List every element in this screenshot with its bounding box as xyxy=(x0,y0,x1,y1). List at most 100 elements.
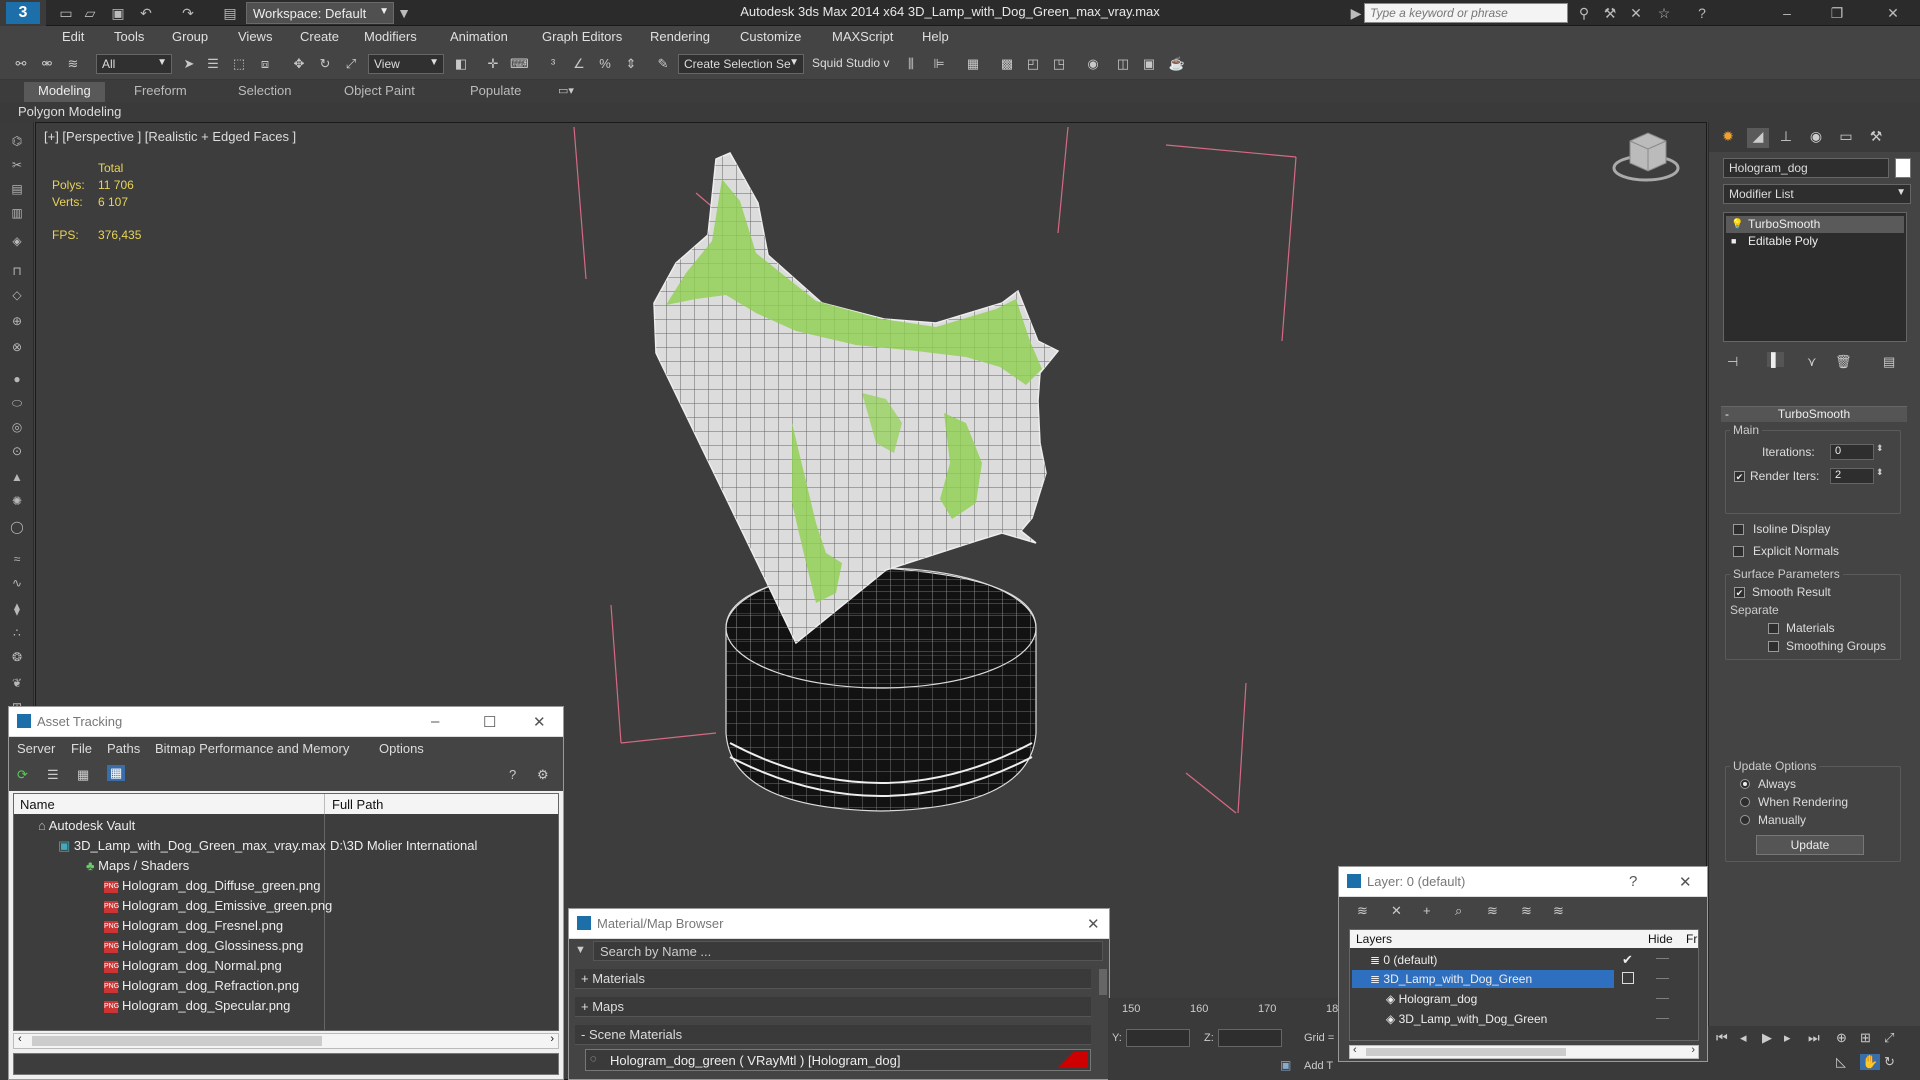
app-menu-button[interactable]: 3 xyxy=(0,0,46,26)
section-scene-materials[interactable]: - Scene Materials xyxy=(575,1025,1091,1045)
render-setup-icon[interactable]: ◫ xyxy=(1114,55,1132,73)
column-freeze[interactable]: Fr xyxy=(1686,932,1697,946)
zoom-icon[interactable]: ⊕ xyxy=(1836,1030,1847,1046)
curve-editor-icon[interactable]: ◰ xyxy=(1024,55,1042,73)
binoculars-icon[interactable]: ⚲ xyxy=(1576,5,1592,21)
column-layers[interactable]: Layers xyxy=(1356,932,1392,946)
menu-bitmap-performance[interactable]: Bitmap Performance and Memory xyxy=(155,741,349,756)
render-teapot-icon[interactable]: ☕ xyxy=(1168,55,1186,73)
close-button[interactable]: ✕ xyxy=(1679,873,1692,891)
hide-toggle[interactable]: — xyxy=(1656,1010,1669,1025)
menu-options[interactable]: Options xyxy=(379,741,424,756)
spinner-snap-icon[interactable]: ⇕ xyxy=(622,55,640,73)
viewcube[interactable] xyxy=(1612,132,1680,182)
material-search-input[interactable]: Search by Name ... xyxy=(593,941,1103,961)
prev-frame-icon[interactable]: ◂ xyxy=(1740,1030,1747,1046)
squid-studio-label[interactable]: Squid Studio v xyxy=(812,56,889,70)
open-file-icon[interactable]: ▱ xyxy=(82,5,98,21)
configure-sets-icon[interactable]: ▤ xyxy=(1883,354,1895,370)
horizontal-scrollbar[interactable]: ‹ › xyxy=(13,1033,559,1049)
schematic-view-icon[interactable]: ◳ xyxy=(1050,55,1068,73)
asset-path-field[interactable] xyxy=(13,1053,559,1075)
close-button[interactable]: ✕ xyxy=(533,713,546,731)
zoom-extents-icon[interactable]: ⤢ xyxy=(1884,1030,1894,1046)
thumbnail-view-icon[interactable]: ▦ xyxy=(77,767,89,783)
systems-icon[interactable]: ❂ xyxy=(7,648,27,666)
layer-row-lamp[interactable]: ≣ 3D_Lamp_with_Dog_Green xyxy=(1370,969,1532,989)
polygon-modeling-label[interactable]: Polygon Modeling xyxy=(18,104,121,119)
tab-populate[interactable]: Populate xyxy=(456,82,535,102)
select-by-name-icon[interactable]: ☰ xyxy=(204,55,222,73)
zoom-all-icon[interactable]: ⊞ xyxy=(1860,1030,1871,1046)
render-iters-spinner[interactable]: 2 xyxy=(1830,468,1874,484)
menu-tools[interactable]: Tools xyxy=(114,29,144,44)
scroll-right-icon[interactable]: › xyxy=(1691,1044,1695,1056)
pan-hand-icon[interactable]: ✋ xyxy=(1860,1054,1881,1070)
select-manipulate-icon[interactable]: ✛ xyxy=(484,55,502,73)
pivot-center-icon[interactable]: ◧ xyxy=(452,55,470,73)
rendered-frame-icon[interactable]: ▣ xyxy=(1140,55,1158,73)
stack-item-editable-poly[interactable]: ■ Editable Poly xyxy=(1726,233,1904,250)
layer-window-titlebar[interactable]: Layer: 0 (default) ? ✕ xyxy=(1339,867,1707,897)
hide-toggle[interactable]: — xyxy=(1656,990,1669,1005)
communication-icon[interactable]: ✕ xyxy=(1628,5,1644,21)
y-coordinate-field[interactable] xyxy=(1126,1029,1190,1047)
hide-toggle[interactable]: — xyxy=(1656,950,1669,965)
highlight-layer-icon[interactable]: ≋ xyxy=(1487,903,1498,919)
list-view-icon[interactable]: ☰ xyxy=(47,767,59,783)
update-always-radio[interactable] xyxy=(1740,779,1750,789)
tab-modeling[interactable]: Modeling xyxy=(24,82,105,102)
weld-icon[interactable]: ⊕ xyxy=(7,312,27,330)
list-item[interactable]: PNG Hologram_dog_Diffuse_green.png xyxy=(104,876,321,896)
menu-customize[interactable]: Customize xyxy=(740,29,801,44)
list-item[interactable]: ♣ Maps / Shaders xyxy=(86,856,189,876)
layer-row-default[interactable]: ≣ 0 (default) xyxy=(1370,950,1437,970)
menu-maxscript[interactable]: MAXScript xyxy=(832,29,893,44)
hide-toggle[interactable]: — xyxy=(1656,970,1669,985)
render-iters-checkbox[interactable]: ✔ xyxy=(1734,471,1745,482)
close-button[interactable]: ✕ xyxy=(1087,915,1100,933)
current-layer-box[interactable] xyxy=(1622,972,1634,984)
scroll-right-icon[interactable]: › xyxy=(550,1033,554,1045)
update-button[interactable]: Update xyxy=(1756,835,1864,855)
torus-icon[interactable]: ◎ xyxy=(7,418,27,436)
list-item[interactable]: PNG Hologram_dog_Fresnel.png xyxy=(104,916,283,936)
modify-tab-icon[interactable]: ◢ xyxy=(1747,128,1769,148)
create-tab-icon[interactable]: ✹ xyxy=(1717,128,1739,148)
table-view-icon[interactable]: ▦ xyxy=(107,765,126,781)
help-icon[interactable]: ? xyxy=(1694,5,1710,21)
explicit-normals-checkbox[interactable] xyxy=(1733,546,1744,557)
selection-filter-dropdown[interactable]: All ▼ xyxy=(96,54,172,74)
scroll-left-icon[interactable]: ‹ xyxy=(18,1033,22,1045)
spacewarp-icon[interactable]: ≈ xyxy=(7,550,27,568)
help-icon[interactable]: ? xyxy=(1629,873,1637,890)
window-crossing-icon[interactable]: ⧈ xyxy=(256,55,274,73)
update-manually-radio[interactable] xyxy=(1740,815,1750,825)
separate-materials-checkbox[interactable] xyxy=(1768,623,1779,634)
rectangular-selection-icon[interactable]: ⬚ xyxy=(230,55,248,73)
light-icon[interactable]: ✺ xyxy=(7,492,27,510)
quick-slice-icon[interactable]: ▤ xyxy=(7,180,27,198)
link-icon[interactable]: ⚯ xyxy=(12,55,30,73)
named-selection-sets-dropdown[interactable]: Create Selection Se ▼ xyxy=(678,54,804,74)
separate-smoothing-groups-checkbox[interactable] xyxy=(1768,641,1779,652)
scene-material-item[interactable]: ◌ Hologram_dog_green ( VRayMtl ) [Hologr… xyxy=(585,1049,1091,1071)
layer-row-hologram-dog[interactable]: ◈ Hologram_dog xyxy=(1386,989,1477,1009)
create-layer-icon[interactable]: ≋ xyxy=(1357,903,1368,919)
snaps-toggle-icon[interactable]: ³ xyxy=(544,55,562,73)
show-end-result-icon[interactable]: ▌ xyxy=(1767,352,1785,367)
move-icon[interactable]: ✥ xyxy=(290,55,308,73)
keyword-search-input[interactable]: Type a keyword or phrase xyxy=(1364,3,1568,23)
select-objects-icon[interactable]: ⌕ xyxy=(1455,903,1462,919)
reference-coordinate-dropdown[interactable]: View ▼ xyxy=(368,54,444,74)
layer-horizontal-scrollbar[interactable]: ‹ › xyxy=(1349,1044,1699,1059)
layer-manager-icon[interactable]: ▦ xyxy=(964,55,982,73)
material-browser-titlebar[interactable]: Material/Map Browser ✕ xyxy=(569,909,1109,939)
project-folder-icon[interactable]: ▤ xyxy=(222,5,238,21)
add-to-layer-icon[interactable]: + xyxy=(1423,903,1431,918)
keyboard-shortcut-icon[interactable]: ⌨ xyxy=(510,55,529,73)
turbosmooth-rollout-header[interactable]: - TurboSmooth xyxy=(1721,406,1907,422)
section-materials[interactable]: + Materials xyxy=(575,969,1091,989)
redo-icon[interactable]: ↷ xyxy=(180,5,196,21)
extrude-icon[interactable]: ▥ xyxy=(7,204,27,222)
